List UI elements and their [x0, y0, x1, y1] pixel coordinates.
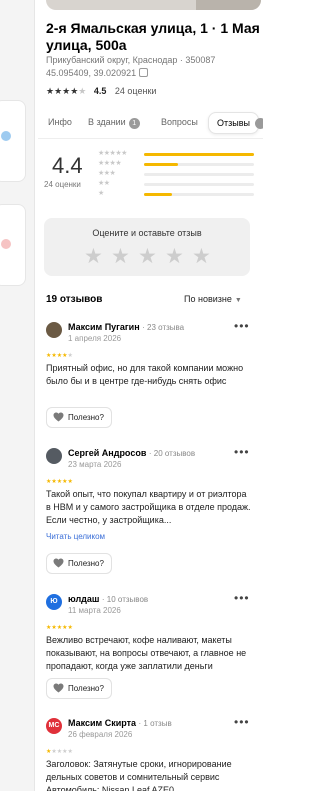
review-author[interactable]: Максим Скирта · 1 отзыв — [68, 718, 172, 728]
more-options-icon[interactable]: ••• — [234, 591, 250, 605]
helpful-button[interactable]: Полезно? — [46, 678, 112, 699]
rating-distribution: ★★★★★ ★★★★ ★★★ ★★ ★ — [98, 150, 256, 200]
review-text: Вежливо встречают, кофе наливают, макеты… — [46, 635, 247, 671]
tab-reviews[interactable]: Отзывы — [208, 112, 259, 134]
review-stars: ★★★★★ — [46, 625, 73, 631]
review-author[interactable]: юлдаш · 10 отзывов — [68, 594, 148, 604]
tab-badge — [255, 118, 263, 129]
review-date: 26 февраля 2026 — [68, 730, 133, 739]
distribution-bar-track — [144, 173, 254, 176]
sort-label: По новизне — [184, 294, 232, 304]
avatar[interactable]: Ю — [46, 594, 62, 610]
background-card-logo — [1, 131, 11, 141]
distribution-bar-fill — [144, 153, 254, 156]
review-text: Заголовок: Затянутые сроки, игнорировани… — [46, 759, 232, 791]
avatar[interactable] — [46, 322, 62, 338]
review-author[interactable]: Сергей Андросов · 20 отзывов — [68, 448, 195, 458]
distribution-bar-fill — [144, 193, 172, 196]
copy-icon[interactable] — [139, 68, 149, 77]
review-text: Такой опыт, что покупал квартиру и от ри… — [46, 489, 251, 525]
distribution-row: ★★★★★ — [98, 150, 256, 160]
review-author-meta: · 20 отзывов — [148, 449, 196, 458]
place-rating[interactable]: ★★★★★ 4.5 24 оценки — [46, 86, 156, 97]
reviews-count: 19 отзывов — [46, 294, 103, 305]
place-coordinates[interactable]: 45.095409, 39.020921 — [46, 68, 136, 78]
place-title: 2-я Ямальская улица, 1 · 1 Мая улица, 50… — [46, 20, 260, 53]
tab-in-building[interactable]: В здании 1 — [88, 117, 140, 129]
review-author-meta: · 10 отзывов — [101, 595, 149, 604]
distribution-bar-track — [144, 153, 254, 156]
rate-star-4[interactable]: ★ — [165, 246, 184, 267]
heart-icon — [53, 558, 64, 568]
review-author-meta: · 23 отзыва — [142, 323, 185, 332]
distribution-bar-track — [144, 163, 254, 166]
place-photo[interactable] — [46, 0, 261, 10]
distribution-stars: ★★★★★ — [98, 150, 127, 157]
rating-value: 4.5 — [93, 86, 107, 96]
distribution-stars: ★★★★ — [98, 160, 122, 167]
score-caption: 24 оценки — [44, 180, 81, 189]
background-list-strip — [0, 0, 35, 791]
sort-dropdown[interactable]: По новизне ▼ — [184, 294, 242, 304]
review-date: 1 апреля 2026 — [68, 334, 122, 343]
tab-bar: Инфо В здании 1 Вопросы Отзывы — [38, 108, 263, 139]
review-stars: ★★★★★ — [46, 749, 73, 755]
background-card — [0, 204, 26, 286]
more-options-icon[interactable]: ••• — [234, 319, 250, 333]
rating-count: 24 оценки — [114, 86, 157, 96]
distribution-row: ★★★ — [98, 170, 256, 180]
distribution-stars: ★★ — [98, 180, 110, 187]
more-options-icon[interactable]: ••• — [234, 715, 250, 729]
place-address: Прикубанский округ, Краснодар · 350087 — [46, 55, 216, 65]
distribution-bar-track — [144, 183, 254, 186]
avatar[interactable] — [46, 448, 62, 464]
rate-star-2[interactable]: ★ — [111, 246, 130, 267]
review-text: Приятный офис, но для такой компании мож… — [46, 363, 244, 386]
distribution-stars: ★★★ — [98, 170, 116, 177]
distribution-bar-fill — [144, 163, 179, 166]
rate-prompt-title: Оцените и оставьте отзыв — [92, 228, 202, 238]
distribution-bar-track — [144, 193, 254, 196]
background-card-logo — [1, 239, 11, 249]
review-stars: ★★★★★ — [46, 479, 73, 485]
distribution-row: ★★ — [98, 180, 256, 190]
helpful-button[interactable]: Полезно? — [46, 553, 112, 574]
avatar[interactable]: МС — [46, 718, 62, 734]
chevron-down-icon: ▼ — [234, 297, 242, 304]
distribution-row: ★★★★ — [98, 160, 256, 170]
place-address-block: Прикубанский округ, Краснодар · 350087 4… — [46, 54, 261, 80]
rate-star-5[interactable]: ★ — [192, 246, 211, 267]
review-date: 11 марта 2026 — [68, 606, 121, 615]
review-author-meta: · 1 отзыв — [138, 719, 172, 728]
distribution-row: ★ — [98, 190, 256, 200]
rating-stars: ★★★★★ — [46, 86, 87, 96]
tab-info[interactable]: Инфо — [48, 117, 72, 127]
background-card — [0, 100, 26, 182]
review-stars: ★★★★★ — [46, 353, 73, 359]
rate-star-1[interactable]: ★ — [84, 246, 103, 267]
average-score: 4.4 — [52, 153, 83, 178]
rate-and-review-box: Оцените и оставьте отзыв ★ ★ ★ ★ ★ — [44, 218, 250, 276]
heart-icon — [53, 412, 64, 422]
review-date: 23 марта 2026 — [68, 460, 122, 469]
rate-star-3[interactable]: ★ — [138, 246, 157, 267]
tab-questions[interactable]: Вопросы — [161, 117, 198, 127]
heart-icon — [53, 683, 64, 693]
more-options-icon[interactable]: ••• — [234, 445, 250, 459]
place-panel: 2-я Ямальская улица, 1 · 1 Мая улица, 50… — [38, 0, 263, 791]
tab-badge: 1 — [128, 118, 140, 129]
review-author[interactable]: Максим Пугагин · 23 отзыва — [68, 322, 184, 332]
distribution-stars: ★ — [98, 190, 104, 197]
read-full-link[interactable]: Читать целиком — [46, 532, 105, 541]
helpful-button[interactable]: Полезно? — [46, 407, 112, 428]
